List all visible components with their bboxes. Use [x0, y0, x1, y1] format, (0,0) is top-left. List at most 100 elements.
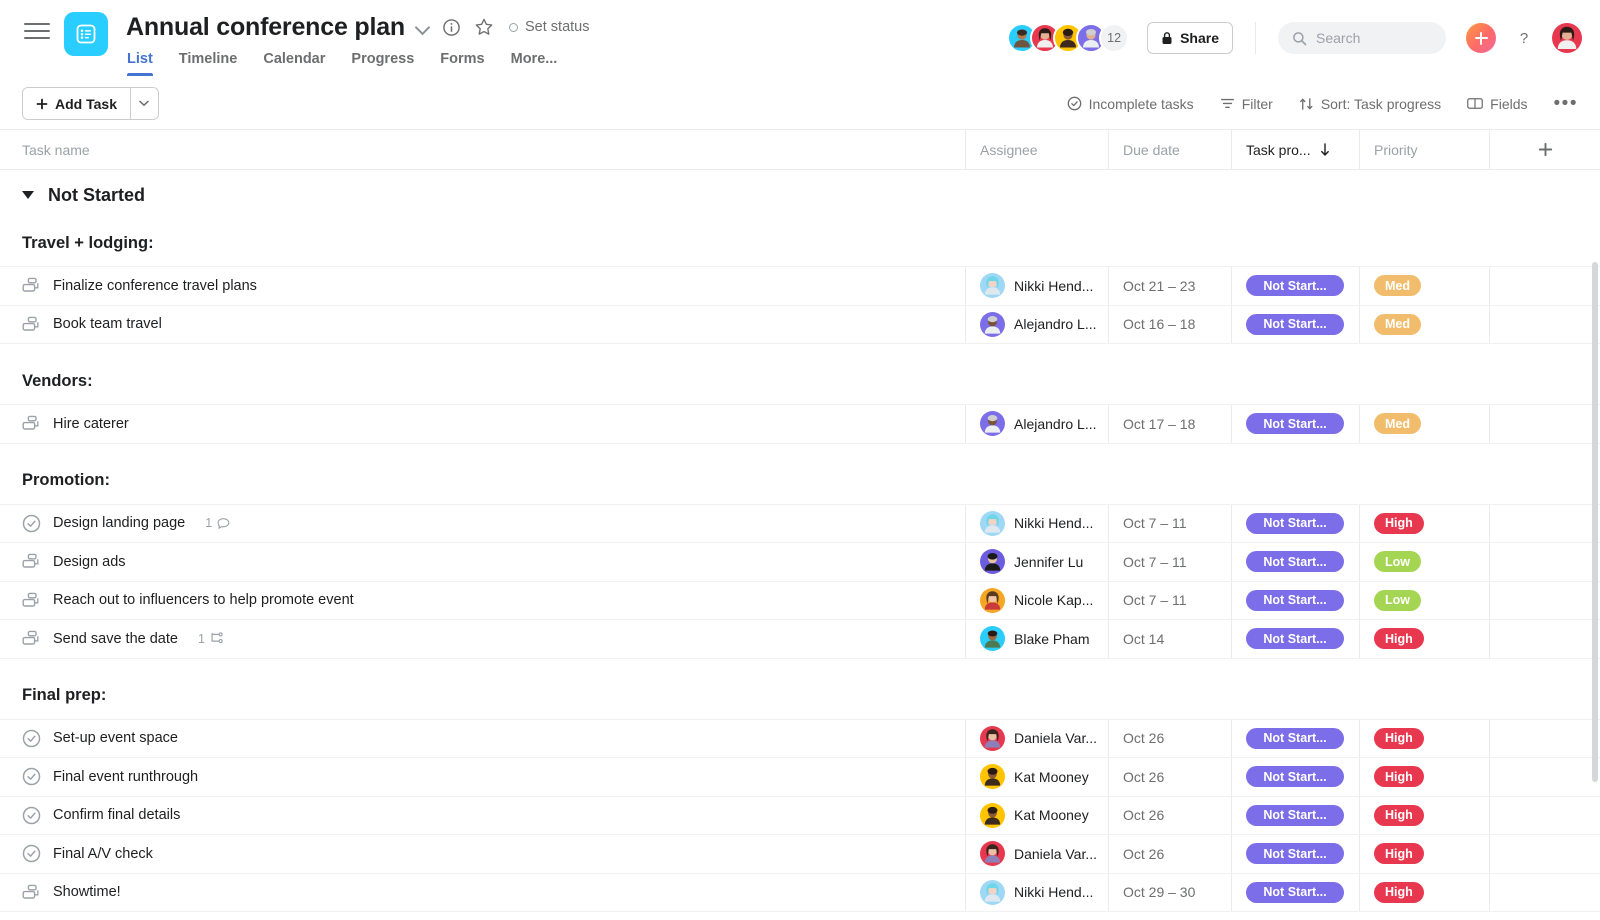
filter-button[interactable]: Filter [1220, 96, 1273, 112]
due-date-cell[interactable]: Oct 26 [1108, 797, 1231, 835]
assignee-cell[interactable]: Daniela Var... [965, 720, 1108, 758]
table-row[interactable]: Final A/V check Daniela Var... Oct 26 No… [0, 835, 1600, 874]
group-header[interactable]: Travel + lodging: [0, 220, 1600, 267]
priority-cell[interactable]: High [1359, 797, 1489, 835]
column-header-priority[interactable]: Priority [1359, 130, 1489, 170]
task-name-cell[interactable]: Book team travel [0, 306, 965, 344]
priority-cell[interactable]: High [1359, 835, 1489, 873]
incomplete-tasks-filter[interactable]: Incomplete tasks [1067, 96, 1194, 112]
group-header[interactable]: Final prep: [0, 673, 1600, 720]
priority-badge[interactable]: High [1374, 513, 1424, 534]
current-user-avatar[interactable] [1552, 23, 1582, 53]
table-row[interactable]: Final event runthrough Kat Mooney Oct 26… [0, 758, 1600, 797]
task-progress-cell[interactable]: Not Start... [1231, 582, 1359, 620]
priority-badge[interactable]: Med [1374, 275, 1421, 296]
priority-badge[interactable]: High [1374, 843, 1424, 864]
task-progress-cell[interactable]: Not Start... [1231, 505, 1359, 543]
status-badge[interactable]: Not Start... [1246, 551, 1344, 572]
tab-calendar[interactable]: Calendar [263, 51, 325, 76]
table-row[interactable]: Set-up event space Daniela Var... Oct 26… [0, 720, 1600, 759]
search-input[interactable] [1316, 30, 1426, 46]
vertical-scrollbar[interactable] [1592, 262, 1598, 782]
assignee-cell[interactable]: Nikki Hend... [965, 505, 1108, 543]
column-header-task-progress[interactable]: Task pro... [1231, 130, 1359, 170]
task-progress-cell[interactable]: Not Start... [1231, 835, 1359, 873]
due-date-cell[interactable]: Oct 26 [1108, 835, 1231, 873]
star-icon[interactable] [473, 17, 494, 38]
info-circle-icon[interactable] [441, 17, 462, 38]
task-name-cell[interactable]: Finalize conference travel plans [0, 267, 965, 305]
priority-badge[interactable]: Med [1374, 314, 1421, 335]
add-column-button[interactable] [1489, 130, 1600, 170]
task-progress-cell[interactable]: Not Start... [1231, 543, 1359, 581]
member-count-badge[interactable]: 12 [1099, 23, 1129, 53]
priority-badge[interactable]: High [1374, 766, 1424, 787]
table-row[interactable]: Confirm final details Kat Mooney Oct 26 … [0, 797, 1600, 836]
status-badge[interactable]: Not Start... [1246, 275, 1344, 296]
due-date-cell[interactable]: Oct 7 – 11 [1108, 543, 1231, 581]
priority-cell[interactable]: Med [1359, 405, 1489, 443]
task-name-cell[interactable]: Design ads [0, 543, 965, 581]
due-date-cell[interactable]: Oct 21 – 23 [1108, 267, 1231, 305]
more-options-button[interactable]: ••• [1554, 99, 1578, 109]
due-date-cell[interactable]: Oct 7 – 11 [1108, 582, 1231, 620]
assignee-cell[interactable]: Alejandro L... [965, 405, 1108, 443]
status-badge[interactable]: Not Start... [1246, 766, 1344, 787]
priority-badge[interactable]: Low [1374, 551, 1421, 572]
column-header-due-date[interactable]: Due date [1108, 130, 1231, 170]
due-date-cell[interactable]: Oct 26 [1108, 758, 1231, 796]
table-row[interactable]: Reach out to influencers to help promote… [0, 582, 1600, 621]
status-badge[interactable]: Not Start... [1246, 314, 1344, 335]
task-name-cell[interactable]: Hire caterer [0, 405, 965, 443]
priority-cell[interactable]: High [1359, 720, 1489, 758]
check-circle-icon[interactable] [22, 729, 41, 748]
chevron-down-icon[interactable] [416, 20, 430, 34]
assignee-cell[interactable]: Nicole Kap... [965, 582, 1108, 620]
due-date-cell[interactable]: Oct 26 [1108, 720, 1231, 758]
column-header-task-name[interactable]: Task name [0, 130, 965, 170]
assignee-cell[interactable]: Blake Pham [965, 620, 1108, 658]
help-button[interactable]: ? [1510, 24, 1538, 52]
priority-badge[interactable]: High [1374, 628, 1424, 649]
assignee-cell[interactable]: Alejandro L... [965, 306, 1108, 344]
group-header[interactable]: Vendors: [0, 358, 1600, 405]
status-badge[interactable]: Not Start... [1246, 882, 1344, 903]
table-row[interactable]: Design landing page 1 Nikki Hend... Oct … [0, 505, 1600, 544]
task-name-cell[interactable]: Confirm final details [0, 797, 965, 835]
task-progress-cell[interactable]: Not Start... [1231, 405, 1359, 443]
table-row[interactable]: Book team travel Alejandro L... Oct 16 –… [0, 306, 1600, 345]
table-row[interactable]: Send save the date 1 Blake Pham Oct 14 [0, 620, 1600, 659]
assignee-cell[interactable]: Nikki Hend... [965, 874, 1108, 912]
task-progress-cell[interactable]: Not Start... [1231, 874, 1359, 912]
task-name-cell[interactable]: Reach out to influencers to help promote… [0, 582, 965, 620]
group-header[interactable]: Promotion: [0, 458, 1600, 505]
set-status-button[interactable]: Set status [509, 19, 589, 35]
task-progress-cell[interactable]: Not Start... [1231, 720, 1359, 758]
priority-cell[interactable]: Med [1359, 267, 1489, 305]
task-name-cell[interactable]: Send save the date 1 [0, 620, 965, 658]
task-name-cell[interactable]: Final event runthrough [0, 758, 965, 796]
assignee-cell[interactable]: Nikki Hend... [965, 267, 1108, 305]
assignee-cell[interactable]: Kat Mooney [965, 758, 1108, 796]
table-row[interactable]: Hire caterer Alejandro L... Oct 17 – 18 … [0, 405, 1600, 444]
priority-badge[interactable]: High [1374, 728, 1424, 749]
priority-badge[interactable]: Med [1374, 413, 1421, 434]
task-name-cell[interactable]: Design landing page 1 [0, 505, 965, 543]
tab-progress[interactable]: Progress [351, 51, 414, 76]
hamburger-icon[interactable] [24, 20, 50, 42]
priority-badge[interactable]: High [1374, 805, 1424, 826]
tab-forms[interactable]: Forms [440, 51, 484, 76]
tab-more[interactable]: More... [511, 51, 558, 76]
task-progress-cell[interactable]: Not Start... [1231, 797, 1359, 835]
create-button[interactable] [1466, 23, 1496, 53]
status-badge[interactable]: Not Start... [1246, 843, 1344, 864]
table-row[interactable]: Design ads Jennifer Lu Oct 7 – 11 Not St… [0, 543, 1600, 582]
status-badge[interactable]: Not Start... [1246, 413, 1344, 434]
assignee-cell[interactable]: Kat Mooney [965, 797, 1108, 835]
check-circle-icon[interactable] [22, 806, 41, 825]
due-date-cell[interactable]: Oct 29 – 30 [1108, 874, 1231, 912]
sort-button[interactable]: Sort: Task progress [1299, 96, 1441, 112]
subtask-count-badge[interactable]: 1 [198, 632, 224, 646]
section-header[interactable]: Not Started [0, 170, 1600, 220]
fields-button[interactable]: Fields [1467, 96, 1527, 112]
